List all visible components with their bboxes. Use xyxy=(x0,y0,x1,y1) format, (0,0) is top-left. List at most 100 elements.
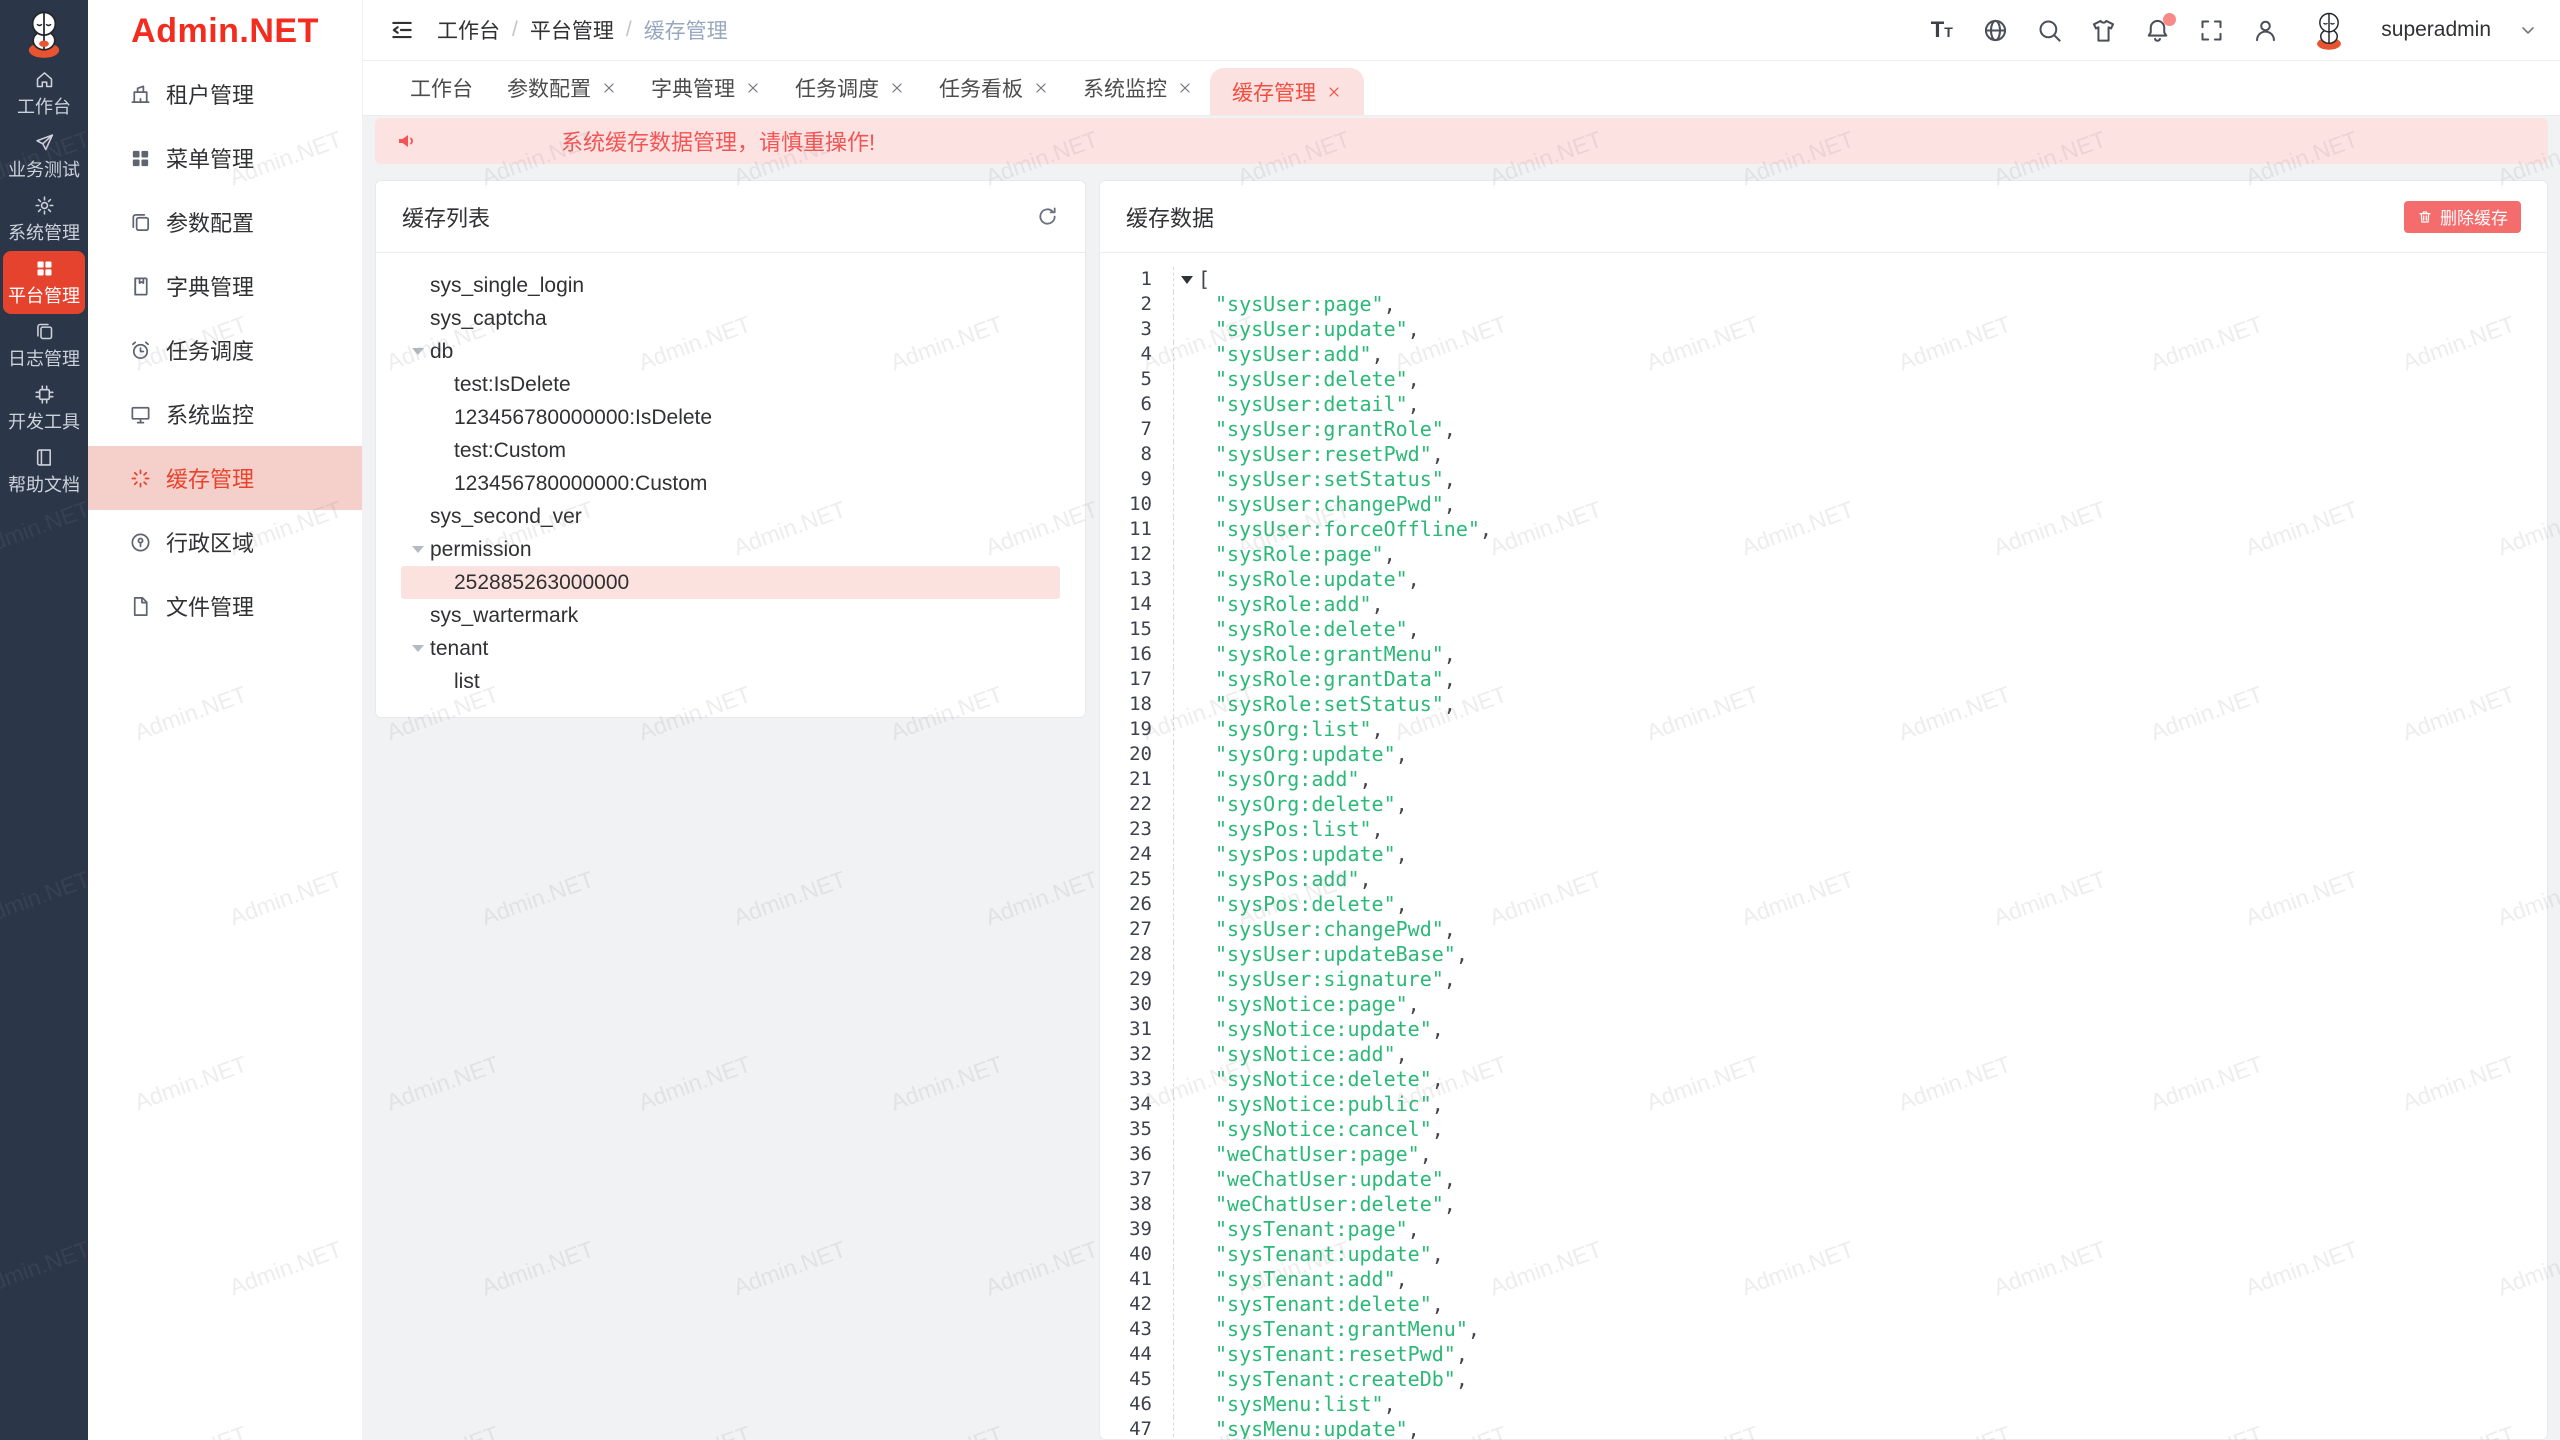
code-line: 23sysPos:list, xyxy=(1100,817,2547,842)
warning-banner: 系统缓存数据管理，请慎重操作! xyxy=(375,118,2548,164)
fullscreen-icon[interactable] xyxy=(2198,17,2225,44)
app-logo[interactable] xyxy=(0,0,88,62)
tab-item[interactable]: 任务看板 xyxy=(922,60,1066,115)
comma: , xyxy=(1468,1317,1480,1341)
chevron-down-icon[interactable] xyxy=(2518,20,2538,40)
line-number: 37 xyxy=(1100,1167,1152,1192)
close-icon[interactable] xyxy=(1326,84,1342,100)
brand-logo-text[interactable]: Admin.NET xyxy=(88,0,362,62)
tree-node[interactable]: tenant xyxy=(401,632,1060,665)
secondary-nav-label: 行政区域 xyxy=(166,526,254,558)
delete-cache-button[interactable]: 删除缓存 xyxy=(2404,201,2521,233)
tab-item[interactable]: 任务调度 xyxy=(778,60,922,115)
secondary-nav-item[interactable]: 字典管理 xyxy=(88,254,362,318)
main-area: 工作台/平台管理/缓存管理 TTsuperadmin 工作台参数配置字典管理任务… xyxy=(363,0,2560,1440)
tree-node[interactable]: permission xyxy=(401,533,1060,566)
gear-icon xyxy=(34,195,55,216)
secondary-nav-item[interactable]: 菜单管理 xyxy=(88,126,362,190)
code-line-content: sysTenant:createDb, xyxy=(1173,1367,2547,1392)
caret-down-icon[interactable] xyxy=(412,348,424,355)
close-icon[interactable] xyxy=(601,80,617,96)
tab-item[interactable]: 系统监控 xyxy=(1066,60,1210,115)
primary-nav-item[interactable]: 业务测试 xyxy=(3,125,85,188)
language-icon[interactable] xyxy=(1982,17,2009,44)
primary-nav-item[interactable]: 平台管理 xyxy=(3,251,85,314)
user-icon[interactable] xyxy=(2252,17,2279,44)
cache-tree: sys_single_loginsys_captchadbtest:IsDele… xyxy=(376,253,1085,698)
tab-item[interactable]: 参数配置 xyxy=(490,60,634,115)
close-icon[interactable] xyxy=(1177,80,1193,96)
code-line-content: sysNotice:page, xyxy=(1173,992,2547,1017)
tree-node[interactable]: 123456780000000:IsDelete xyxy=(401,401,1060,434)
line-number: 10 xyxy=(1100,492,1152,517)
code-line: 5sysUser:delete, xyxy=(1100,367,2547,392)
caret-down-icon[interactable] xyxy=(412,546,424,553)
tree-node[interactable]: test:Custom xyxy=(401,434,1060,467)
primary-nav-label: 平台管理 xyxy=(8,282,80,308)
code-line: 6sysUser:detail, xyxy=(1100,392,2547,417)
tree-node[interactable]: sys_second_ver xyxy=(401,500,1060,533)
secondary-nav-item[interactable]: 租户管理 xyxy=(88,62,362,126)
json-string: sysUser:delete xyxy=(1215,367,1408,391)
cache-data-header: 缓存数据 删除缓存 xyxy=(1100,181,2547,253)
secondary-nav-item[interactable]: 参数配置 xyxy=(88,190,362,254)
tree-node[interactable]: sys_wartermark xyxy=(401,599,1060,632)
secondary-nav-item[interactable]: 文件管理 xyxy=(88,574,362,638)
secondary-nav-label: 文件管理 xyxy=(166,590,254,622)
close-icon[interactable] xyxy=(889,80,905,96)
primary-nav-item[interactable]: 日志管理 xyxy=(3,314,85,377)
tab-active[interactable]: 缓存管理 xyxy=(1210,68,1364,115)
comma: , xyxy=(1384,542,1396,566)
font-size-icon[interactable]: TT xyxy=(1928,17,1955,44)
comma: , xyxy=(1444,917,1456,941)
line-number: 4 xyxy=(1100,342,1152,367)
primary-nav-item[interactable]: 开发工具 xyxy=(3,377,85,440)
collapse-menu-icon[interactable] xyxy=(389,17,415,43)
primary-nav-item[interactable]: 工作台 xyxy=(3,62,85,125)
tab-label: 缓存管理 xyxy=(1232,77,1316,107)
notification-icon[interactable] xyxy=(2144,17,2171,44)
theme-icon[interactable] xyxy=(2090,17,2117,44)
primary-nav-item[interactable]: 帮助文档 xyxy=(3,440,85,503)
secondary-nav-item[interactable]: 缓存管理 xyxy=(88,446,362,510)
line-number: 8 xyxy=(1100,442,1152,467)
tab-item[interactable]: 字典管理 xyxy=(634,60,778,115)
collapse-caret-icon[interactable] xyxy=(1181,276,1193,284)
tree-node[interactable]: sys_single_login xyxy=(401,269,1060,302)
tree-node[interactable]: 123456780000000:Custom xyxy=(401,467,1060,500)
comma: , xyxy=(1408,992,1420,1016)
code-line-content: sysUser:signature, xyxy=(1173,967,2547,992)
code-line: 20sysOrg:update, xyxy=(1100,742,2547,767)
code-line-content: sysOrg:update, xyxy=(1173,742,2547,767)
home-icon xyxy=(34,69,55,90)
tree-node[interactable]: list xyxy=(401,665,1060,698)
primary-nav-item[interactable]: 系统管理 xyxy=(3,188,85,251)
tree-node[interactable]: 252885263000000 xyxy=(401,566,1060,599)
breadcrumb-separator: / xyxy=(512,18,518,42)
secondary-nav-item[interactable]: 系统监控 xyxy=(88,382,362,446)
close-icon[interactable] xyxy=(1033,80,1049,96)
user-avatar[interactable] xyxy=(2306,7,2352,53)
refresh-icon[interactable] xyxy=(1036,205,1059,228)
username[interactable]: superadmin xyxy=(2381,18,2491,42)
monitor-icon xyxy=(129,403,152,426)
tree-node[interactable]: sys_captcha xyxy=(401,302,1060,335)
secondary-nav-item[interactable]: 行政区域 xyxy=(88,510,362,574)
primary-nav-label: 业务测试 xyxy=(8,156,80,182)
code-line: 15sysRole:delete, xyxy=(1100,617,2547,642)
tab-item[interactable]: 工作台 xyxy=(393,60,490,115)
comma: , xyxy=(1432,1017,1444,1041)
breadcrumb-item[interactable]: 平台管理 xyxy=(530,15,614,45)
caret-down-icon[interactable] xyxy=(412,645,424,652)
close-icon[interactable] xyxy=(745,80,761,96)
line-number: 46 xyxy=(1100,1392,1152,1417)
json-string: sysMenu:list xyxy=(1215,1392,1384,1416)
code-line-content: sysPos:delete, xyxy=(1173,892,2547,917)
secondary-nav-item[interactable]: 任务调度 xyxy=(88,318,362,382)
tree-node[interactable]: db xyxy=(401,335,1060,368)
tree-node[interactable]: test:IsDelete xyxy=(401,368,1060,401)
line-number: 30 xyxy=(1100,992,1152,1017)
app: 工作台业务测试系统管理平台管理日志管理开发工具帮助文档 Admin.NET 租户… xyxy=(0,0,2560,1440)
search-icon[interactable] xyxy=(2036,17,2063,44)
breadcrumb-item[interactable]: 工作台 xyxy=(437,15,500,45)
